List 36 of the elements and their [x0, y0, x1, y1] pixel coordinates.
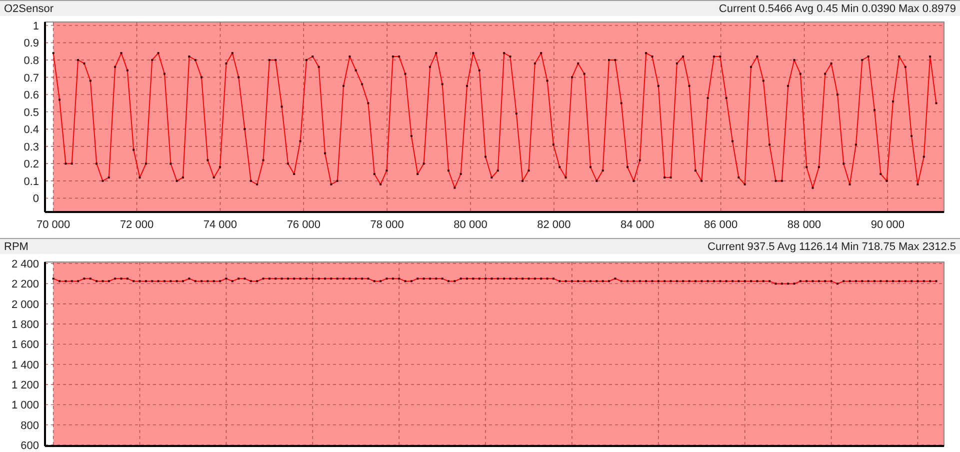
y-tick-label: 2 000 — [11, 298, 39, 311]
y-tick-label: 1 400 — [11, 359, 39, 372]
y-tick-label: 0.4 — [24, 124, 39, 136]
y-tick-label: 2 400 — [11, 258, 39, 270]
x-tick-label: 88 000 — [787, 219, 822, 231]
x-tick-label: 90 000 — [870, 219, 904, 231]
y-tick-label: 800 — [20, 420, 39, 432]
x-tick-label: 84 000 — [620, 219, 654, 231]
y-tick-label: 0.1 — [24, 176, 39, 188]
y-tick-label: 1 000 — [11, 400, 39, 412]
chart-stats: Current 937.5 Avg 1126.14 Min 718.75 Max 2312.5 — [708, 240, 956, 252]
x-tick-label: 80 000 — [454, 219, 488, 231]
chart-stats: Current 0.5466 Avg 0.45 Min 0.0390 Max 0.8979 — [718, 2, 956, 14]
y-tick-label: 1 200 — [11, 380, 39, 392]
y-tick-label: 0.6 — [24, 90, 39, 102]
y-tick-label: 0 — [32, 193, 39, 206]
x-tick-label: 76 000 — [286, 219, 320, 231]
y-tick-label: 1 800 — [11, 319, 39, 331]
x-tick-label: 82 000 — [537, 219, 571, 231]
y-tick-label: 2 200 — [11, 278, 39, 291]
y-tick-label: 0.7 — [24, 72, 39, 84]
chart-title: O2Sensor — [4, 2, 54, 14]
x-tick-label: 72 000 — [120, 219, 154, 231]
y-tick-label: 0.8 — [24, 55, 39, 67]
x-tick-label: 70 000 — [36, 219, 70, 231]
y-tick-label: 0.3 — [24, 141, 39, 154]
chart-title: RPM — [4, 240, 28, 252]
x-tick-label: 78 000 — [370, 219, 404, 231]
y-tick-label: 0.5 — [24, 106, 39, 119]
y-tick-label: 0.2 — [24, 158, 39, 171]
y-tick-label: 0.9 — [24, 38, 39, 50]
x-tick-label: 74 000 — [203, 219, 238, 231]
y-tick-label: 1 600 — [11, 339, 39, 352]
y-tick-label: 600 — [20, 440, 39, 452]
y-tick-label: 1 — [32, 20, 39, 32]
x-tick-label: 86 000 — [704, 219, 738, 231]
